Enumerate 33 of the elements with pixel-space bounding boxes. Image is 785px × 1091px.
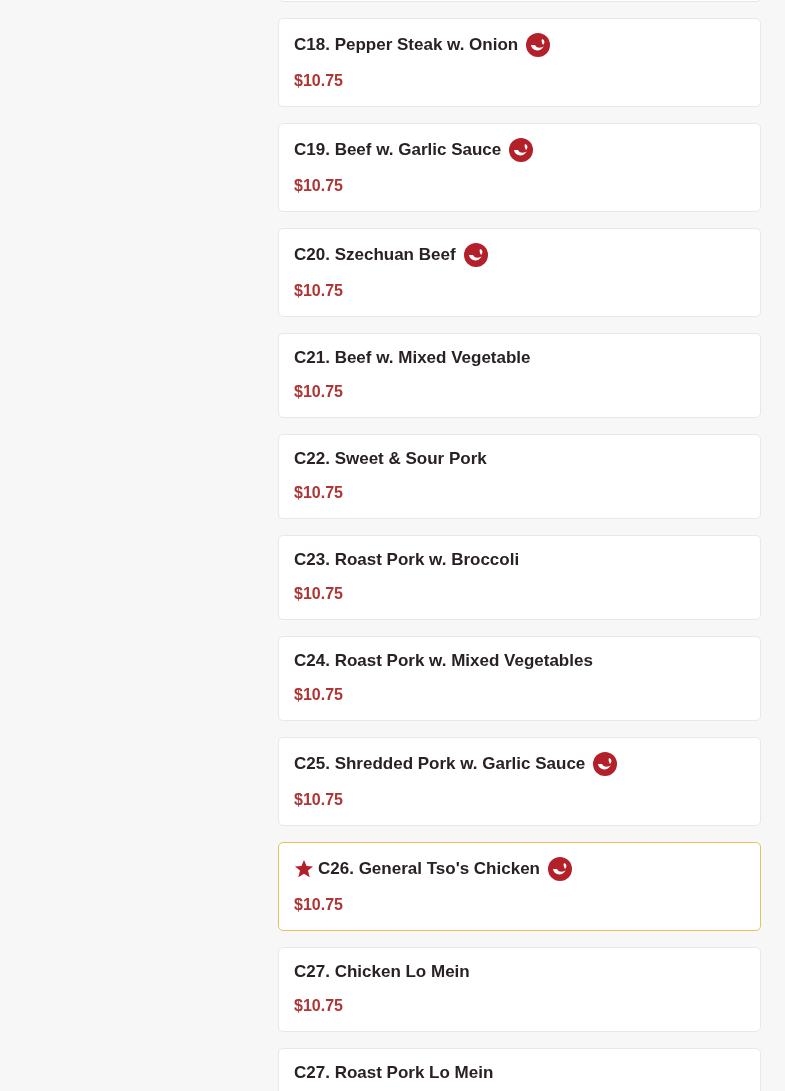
item-name: C18. Pepper Steak w. Onion	[294, 35, 519, 55]
menu-item-card[interactable]: C27. Roast Pork Lo Mein	[278, 1048, 761, 1091]
item-price: $10.75	[294, 895, 343, 915]
item-name: C27. Roast Pork Lo Mein	[294, 1063, 494, 1083]
item-name: C24. Roast Pork w. Mixed Vegetables	[294, 651, 593, 671]
menu-item-card[interactable]: C24. Roast Pork w. Mixed Vegetables $10.75	[278, 636, 761, 721]
item-price: $10.75	[294, 176, 343, 196]
item-name: C20. Szechuan Beef	[294, 245, 456, 265]
item-price: $10.75	[294, 685, 343, 705]
menu-item-card[interactable]: C19. Beef w. Garlic Sauce $10.75	[278, 123, 761, 212]
menu-item-card[interactable]: C25. Shredded Pork w. Garlic Sauce $10.75	[278, 737, 761, 826]
item-name: C27. Chicken Lo Mein	[294, 962, 470, 982]
item-name: C19. Beef w. Garlic Sauce	[294, 140, 502, 160]
menu-item-card[interactable]: C20. Szechuan Beef $10.75	[278, 228, 761, 317]
item-name: C21. Beef w. Mixed Vegetable	[294, 348, 531, 368]
item-price: $10.75	[294, 382, 343, 402]
item-price: $10.75	[294, 281, 343, 301]
item-name: C22. Sweet & Sour Pork	[294, 449, 487, 469]
menu-item-card[interactable]: C21. Beef w. Mixed Vegetable $10.75	[278, 333, 761, 418]
item-name: C23. Roast Pork w. Broccoli	[294, 550, 520, 570]
menu-item-card[interactable]: C26. General Tso's Chicken $10.75	[278, 842, 761, 931]
star-icon	[294, 859, 314, 879]
menu-item-card[interactable]: C27. Chicken Lo Mein $10.75	[278, 947, 761, 1032]
item-price: $10.75	[294, 996, 343, 1016]
menu-item-card[interactable]: C18. Pepper Steak w. Onion $10.75	[278, 18, 761, 107]
item-name: C26. General Tso's Chicken	[318, 859, 540, 879]
item-price: $10.75	[294, 790, 343, 810]
item-price: $10.75	[294, 584, 343, 604]
menu-item-card[interactable]: C22. Sweet & Sour Pork $10.75	[278, 434, 761, 519]
item-name: C25. Shredded Pork w. Garlic Sauce	[294, 754, 586, 774]
item-price: $10.75	[294, 483, 343, 503]
menu-item-card[interactable]: C23. Roast Pork w. Broccoli $10.75	[278, 535, 761, 620]
item-price: $10.75	[294, 71, 343, 91]
